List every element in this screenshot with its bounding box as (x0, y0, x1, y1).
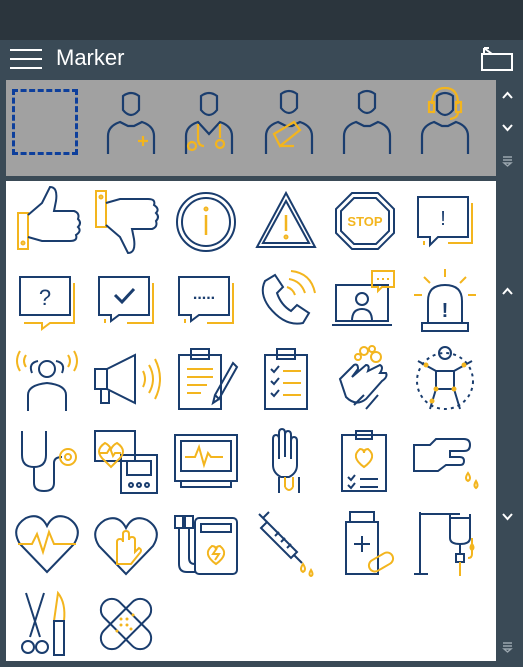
warning-icon[interactable] (251, 185, 321, 255)
syringe-icon[interactable] (251, 508, 321, 578)
selection-box-icon[interactable] (12, 89, 78, 155)
medical-report-icon[interactable] (330, 425, 400, 495)
scroll-down-icon[interactable] (496, 506, 519, 526)
info-icon[interactable] (171, 185, 241, 255)
exclamation-bubble-icon[interactable]: ! (410, 185, 480, 255)
bandage-icon[interactable] (91, 589, 161, 659)
marker-grid: STOP ! ? ..... ! (6, 181, 496, 661)
question-bubble-icon[interactable]: ? (12, 265, 82, 335)
clipboard-pencil-icon[interactable] (171, 343, 241, 413)
stop-sign-text: STOP (347, 214, 382, 229)
video-call-icon[interactable] (330, 265, 400, 335)
dropdown-icon[interactable] (496, 636, 519, 656)
question-text: ? (39, 285, 51, 310)
alarm-exclamation-text: ! (442, 300, 449, 322)
stethoscope-icon[interactable] (12, 425, 82, 495)
dropdown-icon[interactable] (496, 150, 519, 170)
megaphone-icon[interactable] (91, 343, 161, 413)
doctor-stethoscope-icon[interactable] (176, 86, 246, 156)
checklist-icon[interactable] (251, 343, 321, 413)
heart-hand-icon[interactable] (91, 508, 161, 578)
exclamation-text: ! (440, 208, 446, 230)
surgical-tools-icon[interactable] (12, 589, 82, 659)
thumbs-down-icon[interactable] (90, 185, 160, 255)
hamburger-menu-icon[interactable] (10, 45, 42, 73)
iv-drip-icon[interactable] (410, 508, 480, 578)
blood-drop-finger-icon[interactable] (410, 425, 480, 495)
ecg-monitor-icon[interactable] (171, 425, 241, 495)
ellipsis-bubble-icon[interactable]: ..... (171, 265, 241, 335)
gloved-hand-icon[interactable] (251, 425, 321, 495)
scroll-up-icon[interactable] (496, 85, 519, 105)
patient-plus-icon[interactable] (98, 86, 168, 156)
stop-sign-icon[interactable]: STOP (330, 185, 400, 255)
checkmark-bubble-icon[interactable] (91, 265, 161, 335)
vital-monitor-devices-icon[interactable] (91, 425, 161, 495)
panel-title: Marker (56, 45, 125, 70)
defibrillator-icon[interactable] (171, 508, 241, 578)
scroll-down-icon[interactable] (496, 117, 519, 137)
ellipsis-text: ..... (193, 286, 215, 303)
body-joints-icon[interactable] (410, 343, 480, 413)
patient-arm-sling-icon[interactable] (256, 86, 326, 156)
phone-call-icon[interactable] (251, 265, 321, 335)
medicine-bottle-icon[interactable] (330, 508, 400, 578)
thumbs-up-icon[interactable] (12, 185, 82, 255)
hand-washing-icon[interactable] (330, 343, 400, 413)
profile-strip-scrollbar[interactable] (496, 80, 519, 176)
marker-grid-scrollbar[interactable] (496, 181, 519, 661)
collapse-panel-icon[interactable] (480, 46, 514, 72)
person-icon[interactable] (334, 86, 404, 156)
headset-operator-icon[interactable] (412, 86, 482, 156)
heart-pulse-icon[interactable] (12, 508, 82, 578)
profile-strip (6, 80, 496, 176)
stress-person-icon[interactable] (12, 343, 82, 413)
alarm-light-icon[interactable]: ! (410, 265, 480, 335)
scroll-up-icon[interactable] (496, 281, 519, 301)
top-bar (0, 0, 523, 40)
